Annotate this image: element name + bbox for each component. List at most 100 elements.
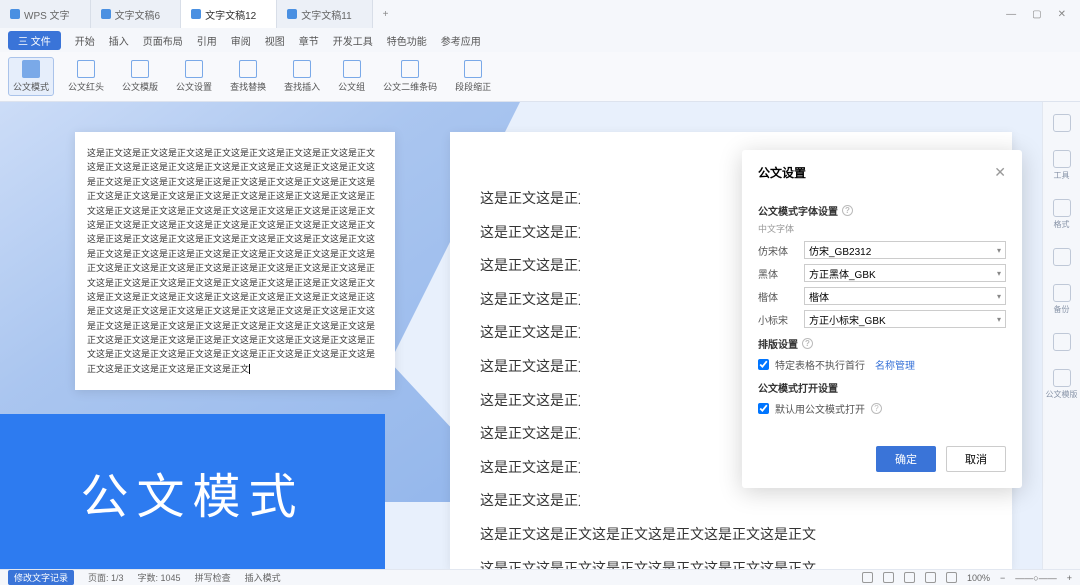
help-icon[interactable]: ? xyxy=(842,205,853,216)
settings-dialog: 公文设置 ✕ 公文模式字体设置? 中文字体 仿宋体仿宋_GB2312▾黑体方正黑… xyxy=(742,150,1022,488)
tb-settings[interactable]: 公文设置 xyxy=(172,58,216,95)
check-default-open[interactable]: 默认用公文模式打开? xyxy=(758,401,1006,416)
dialog-footer: 确定 取消 xyxy=(742,436,1022,488)
view-icon[interactable] xyxy=(946,572,957,583)
body-line: 这是正文这是正文这是正文这是正文这是正文这是正文 xyxy=(480,283,580,317)
tools-icon xyxy=(1053,150,1071,168)
tb-qr[interactable]: 公文二维条码 xyxy=(379,58,441,95)
help-icon[interactable]: ? xyxy=(871,403,882,414)
zoom-out[interactable]: − xyxy=(1000,573,1005,583)
menubar: 三 文件 开始 插入 页面布局 引用 审阅 视图 章节 开发工具 特色功能 参考… xyxy=(0,28,1080,52)
tb-red-header[interactable]: 公文红头 xyxy=(64,58,108,95)
dialog-close-icon[interactable]: ✕ xyxy=(994,164,1006,181)
font-select[interactable]: 楷体▾ xyxy=(804,287,1006,305)
checkbox[interactable] xyxy=(758,359,769,370)
view-icon[interactable] xyxy=(862,572,873,583)
status-spell[interactable]: 拼写检查 xyxy=(195,571,231,584)
status-insert[interactable]: 插入模式 xyxy=(245,571,281,584)
indent-icon xyxy=(464,60,482,78)
tb-label: 公文模式 xyxy=(13,80,49,93)
header-icon xyxy=(77,60,95,78)
tab-wps[interactable]: WPS 文字 xyxy=(0,0,91,28)
rail-icon[interactable] xyxy=(1053,114,1071,132)
document-page-left[interactable]: 这是正文这是正文这是正文这是正文这是正文这是正文这是正文这是正文这是正文这是正这… xyxy=(75,132,395,390)
doc-icon xyxy=(287,9,297,19)
tb-group[interactable]: 公文组 xyxy=(334,58,369,95)
find-icon xyxy=(239,60,257,78)
menu-apps[interactable]: 参考应用 xyxy=(441,33,481,48)
menu-layout[interactable]: 页面布局 xyxy=(143,33,183,48)
cancel-button[interactable]: 取消 xyxy=(946,446,1006,472)
tb-gongwen-mode[interactable]: 公文模式 xyxy=(8,57,54,96)
menu-start[interactable]: 开始 xyxy=(75,33,95,48)
font-row: 楷体楷体▾ xyxy=(758,287,1006,305)
font-select[interactable]: 仿宋_GB2312▾ xyxy=(804,241,1006,259)
checkbox[interactable] xyxy=(758,403,769,414)
template-icon xyxy=(1053,369,1071,387)
zoom-in[interactable]: + xyxy=(1067,573,1072,583)
tab-add[interactable]: + xyxy=(373,5,399,24)
qr-icon xyxy=(401,60,419,78)
menu-dev[interactable]: 开发工具 xyxy=(333,33,373,48)
backup-icon xyxy=(1053,284,1071,302)
body-line: 这是正文这是正文这是正文这是正文这是正文这是正文 xyxy=(480,350,580,384)
zoom-value[interactable]: 100% xyxy=(967,573,990,583)
tab-label: 文字文稿6 xyxy=(115,7,161,22)
font-label: 小标宋 xyxy=(758,312,794,327)
chevron-down-icon: ▾ xyxy=(997,246,1001,255)
rail-item[interactable]: 格式 xyxy=(1053,199,1071,230)
check-table-indent[interactable]: 特定表格不执行首行名称管理 xyxy=(758,357,1006,372)
doc-icon xyxy=(101,9,111,19)
toolbar: 公文模式 公文红头 公文模版 公文设置 查找替换 查找插入 公文组 公文二维条码… xyxy=(0,52,1080,102)
link-name-manage[interactable]: 名称管理 xyxy=(875,357,915,372)
menu-review[interactable]: 审阅 xyxy=(231,33,251,48)
tb-insert[interactable]: 查找插入 xyxy=(280,58,324,95)
menu-file[interactable]: 三 文件 xyxy=(8,31,61,50)
close-icon[interactable]: ✕ xyxy=(1058,9,1066,20)
tb-template[interactable]: 公文模版 xyxy=(118,58,162,95)
group-icon xyxy=(343,60,361,78)
menu-chapter[interactable]: 章节 xyxy=(299,33,319,48)
view-icon[interactable] xyxy=(925,572,936,583)
font-row: 黑体方正黑体_GBK▾ xyxy=(758,264,1006,282)
tb-label: 公文红头 xyxy=(68,80,104,93)
statusbar: 修改文字记录 页面: 1/3 字数: 1045 拼写检查 插入模式 100% −… xyxy=(0,569,1080,585)
body-line: 这是正文这是正文这是正文这是正文这是正文这是正文 xyxy=(480,316,580,350)
menu-feature[interactable]: 特色功能 xyxy=(387,33,427,48)
tb-label: 公文模版 xyxy=(122,80,158,93)
tab-label: WPS 文字 xyxy=(24,7,70,22)
body-line: 这是正文这是正文这是正文这是正文这是正文这是正文 xyxy=(480,484,580,518)
body-line: 这是正文这是正文这是正文这是正文这是正文这是正文 xyxy=(480,552,982,569)
tb-indent[interactable]: 段段缩正 xyxy=(451,58,495,95)
zoom-slider[interactable]: ——○—— xyxy=(1015,573,1056,583)
rail-item[interactable]: 工具 xyxy=(1053,150,1071,181)
rail-icon[interactable] xyxy=(1053,333,1071,351)
menu-insert[interactable]: 插入 xyxy=(109,33,129,48)
tb-label: 公文二维条码 xyxy=(383,80,437,93)
menu-view[interactable]: 视图 xyxy=(265,33,285,48)
help-icon[interactable]: ? xyxy=(802,338,813,349)
tab-doc6[interactable]: 文字文稿6 xyxy=(91,0,182,28)
tb-label: 段段缩正 xyxy=(455,80,491,93)
tb-label: 公文组 xyxy=(338,80,365,93)
titlebar: WPS 文字 文字文稿6 文字文稿12 文字文稿11 + — ▢ ✕ xyxy=(0,0,1080,28)
rail-item[interactable]: 备份 xyxy=(1053,284,1071,315)
section-indent: 排版设置? xyxy=(758,336,1006,351)
status-tag[interactable]: 修改文字记录 xyxy=(8,570,74,585)
menu-ref[interactable]: 引用 xyxy=(197,33,217,48)
tb-find[interactable]: 查找替换 xyxy=(226,58,270,95)
font-label: 黑体 xyxy=(758,266,794,281)
font-select[interactable]: 方正小标宋_GBK▾ xyxy=(804,310,1006,328)
font-select[interactable]: 方正黑体_GBK▾ xyxy=(804,264,1006,282)
rail-item[interactable]: 公文模版 xyxy=(1046,369,1078,400)
minimize-icon[interactable]: — xyxy=(1006,9,1016,20)
font-row: 小标宋方正小标宋_GBK▾ xyxy=(758,310,1006,328)
maximize-icon[interactable]: ▢ xyxy=(1032,9,1041,20)
chevron-down-icon: ▾ xyxy=(997,292,1001,301)
tab-doc11[interactable]: 文字文稿11 xyxy=(277,0,372,28)
tab-doc12[interactable]: 文字文稿12 xyxy=(181,0,277,28)
view-icon[interactable] xyxy=(904,572,915,583)
view-icon[interactable] xyxy=(883,572,894,583)
ok-button[interactable]: 确定 xyxy=(876,446,936,472)
rail-icon[interactable] xyxy=(1053,248,1071,266)
